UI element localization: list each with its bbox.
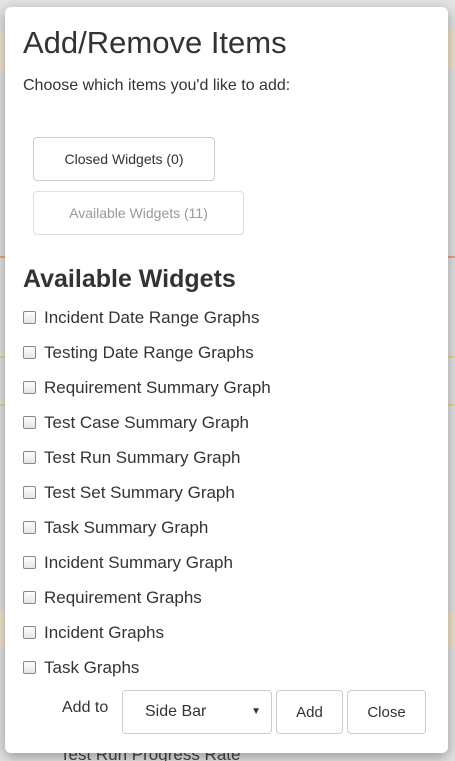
widget-item[interactable]: Test Run Summary Graph (23, 440, 443, 475)
widget-item[interactable]: Testing Date Range Graphs (23, 335, 443, 370)
chevron-down-icon: ▼ (251, 706, 261, 717)
widget-checkbox[interactable] (23, 486, 36, 499)
widget-label: Testing Date Range Graphs (44, 342, 254, 362)
widget-checkbox[interactable] (23, 311, 36, 324)
widget-item[interactable]: Requirement Summary Graph (23, 370, 443, 405)
widget-label: Test Set Summary Graph (44, 482, 235, 502)
widget-label: Task Graphs (44, 657, 140, 677)
add-button[interactable]: Add (276, 690, 343, 734)
widget-checkbox[interactable] (23, 626, 36, 639)
add-to-select[interactable]: Side Bar ▼ (122, 690, 272, 734)
widget-label: Requirement Graphs (44, 587, 202, 607)
widget-checkbox[interactable] (23, 381, 36, 394)
modal-subtitle: Choose which items you'd like to add: (23, 77, 291, 94)
widget-list: Incident Date Range Graphs Testing Date … (23, 300, 443, 685)
available-widgets-button[interactable]: Available Widgets (11) (33, 191, 244, 235)
add-to-select-value: Side Bar (145, 703, 207, 720)
widget-checkbox[interactable] (23, 556, 36, 569)
widget-checkbox[interactable] (23, 346, 36, 359)
widget-label: Test Case Summary Graph (44, 412, 250, 432)
widget-checkbox[interactable] (23, 416, 36, 429)
widget-label: Incident Graphs (44, 622, 165, 642)
closed-widgets-button[interactable]: Closed Widgets (0) (33, 137, 215, 181)
widget-label: Incident Date Range Graphs (44, 307, 260, 327)
widget-item[interactable]: Test Set Summary Graph (23, 475, 443, 510)
widget-item[interactable]: Incident Graphs (23, 615, 443, 650)
widget-checkbox[interactable] (23, 661, 36, 674)
widget-item[interactable]: Requirement Graphs (23, 580, 443, 615)
widget-label: Test Run Summary Graph (44, 447, 241, 467)
widget-item[interactable]: Task Summary Graph (23, 510, 443, 545)
add-to-label: Add to (62, 699, 109, 716)
widget-item[interactable]: Incident Summary Graph (23, 545, 443, 580)
widget-checkbox[interactable] (23, 591, 36, 604)
available-widgets-heading: Available Widgets (23, 265, 236, 293)
add-remove-items-modal: Add/Remove Items Choose which items you'… (5, 7, 448, 753)
widget-item[interactable]: Test Case Summary Graph (23, 405, 443, 440)
widget-label: Requirement Summary Graph (44, 377, 271, 397)
close-button[interactable]: Close (347, 690, 426, 734)
widget-item[interactable]: Task Graphs (23, 650, 443, 685)
modal-title: Add/Remove Items (23, 25, 287, 60)
widget-label: Task Summary Graph (44, 517, 209, 537)
widget-label: Incident Summary Graph (44, 552, 233, 572)
widget-item[interactable]: Incident Date Range Graphs (23, 300, 443, 335)
widget-checkbox[interactable] (23, 451, 36, 464)
widget-checkbox[interactable] (23, 521, 36, 534)
